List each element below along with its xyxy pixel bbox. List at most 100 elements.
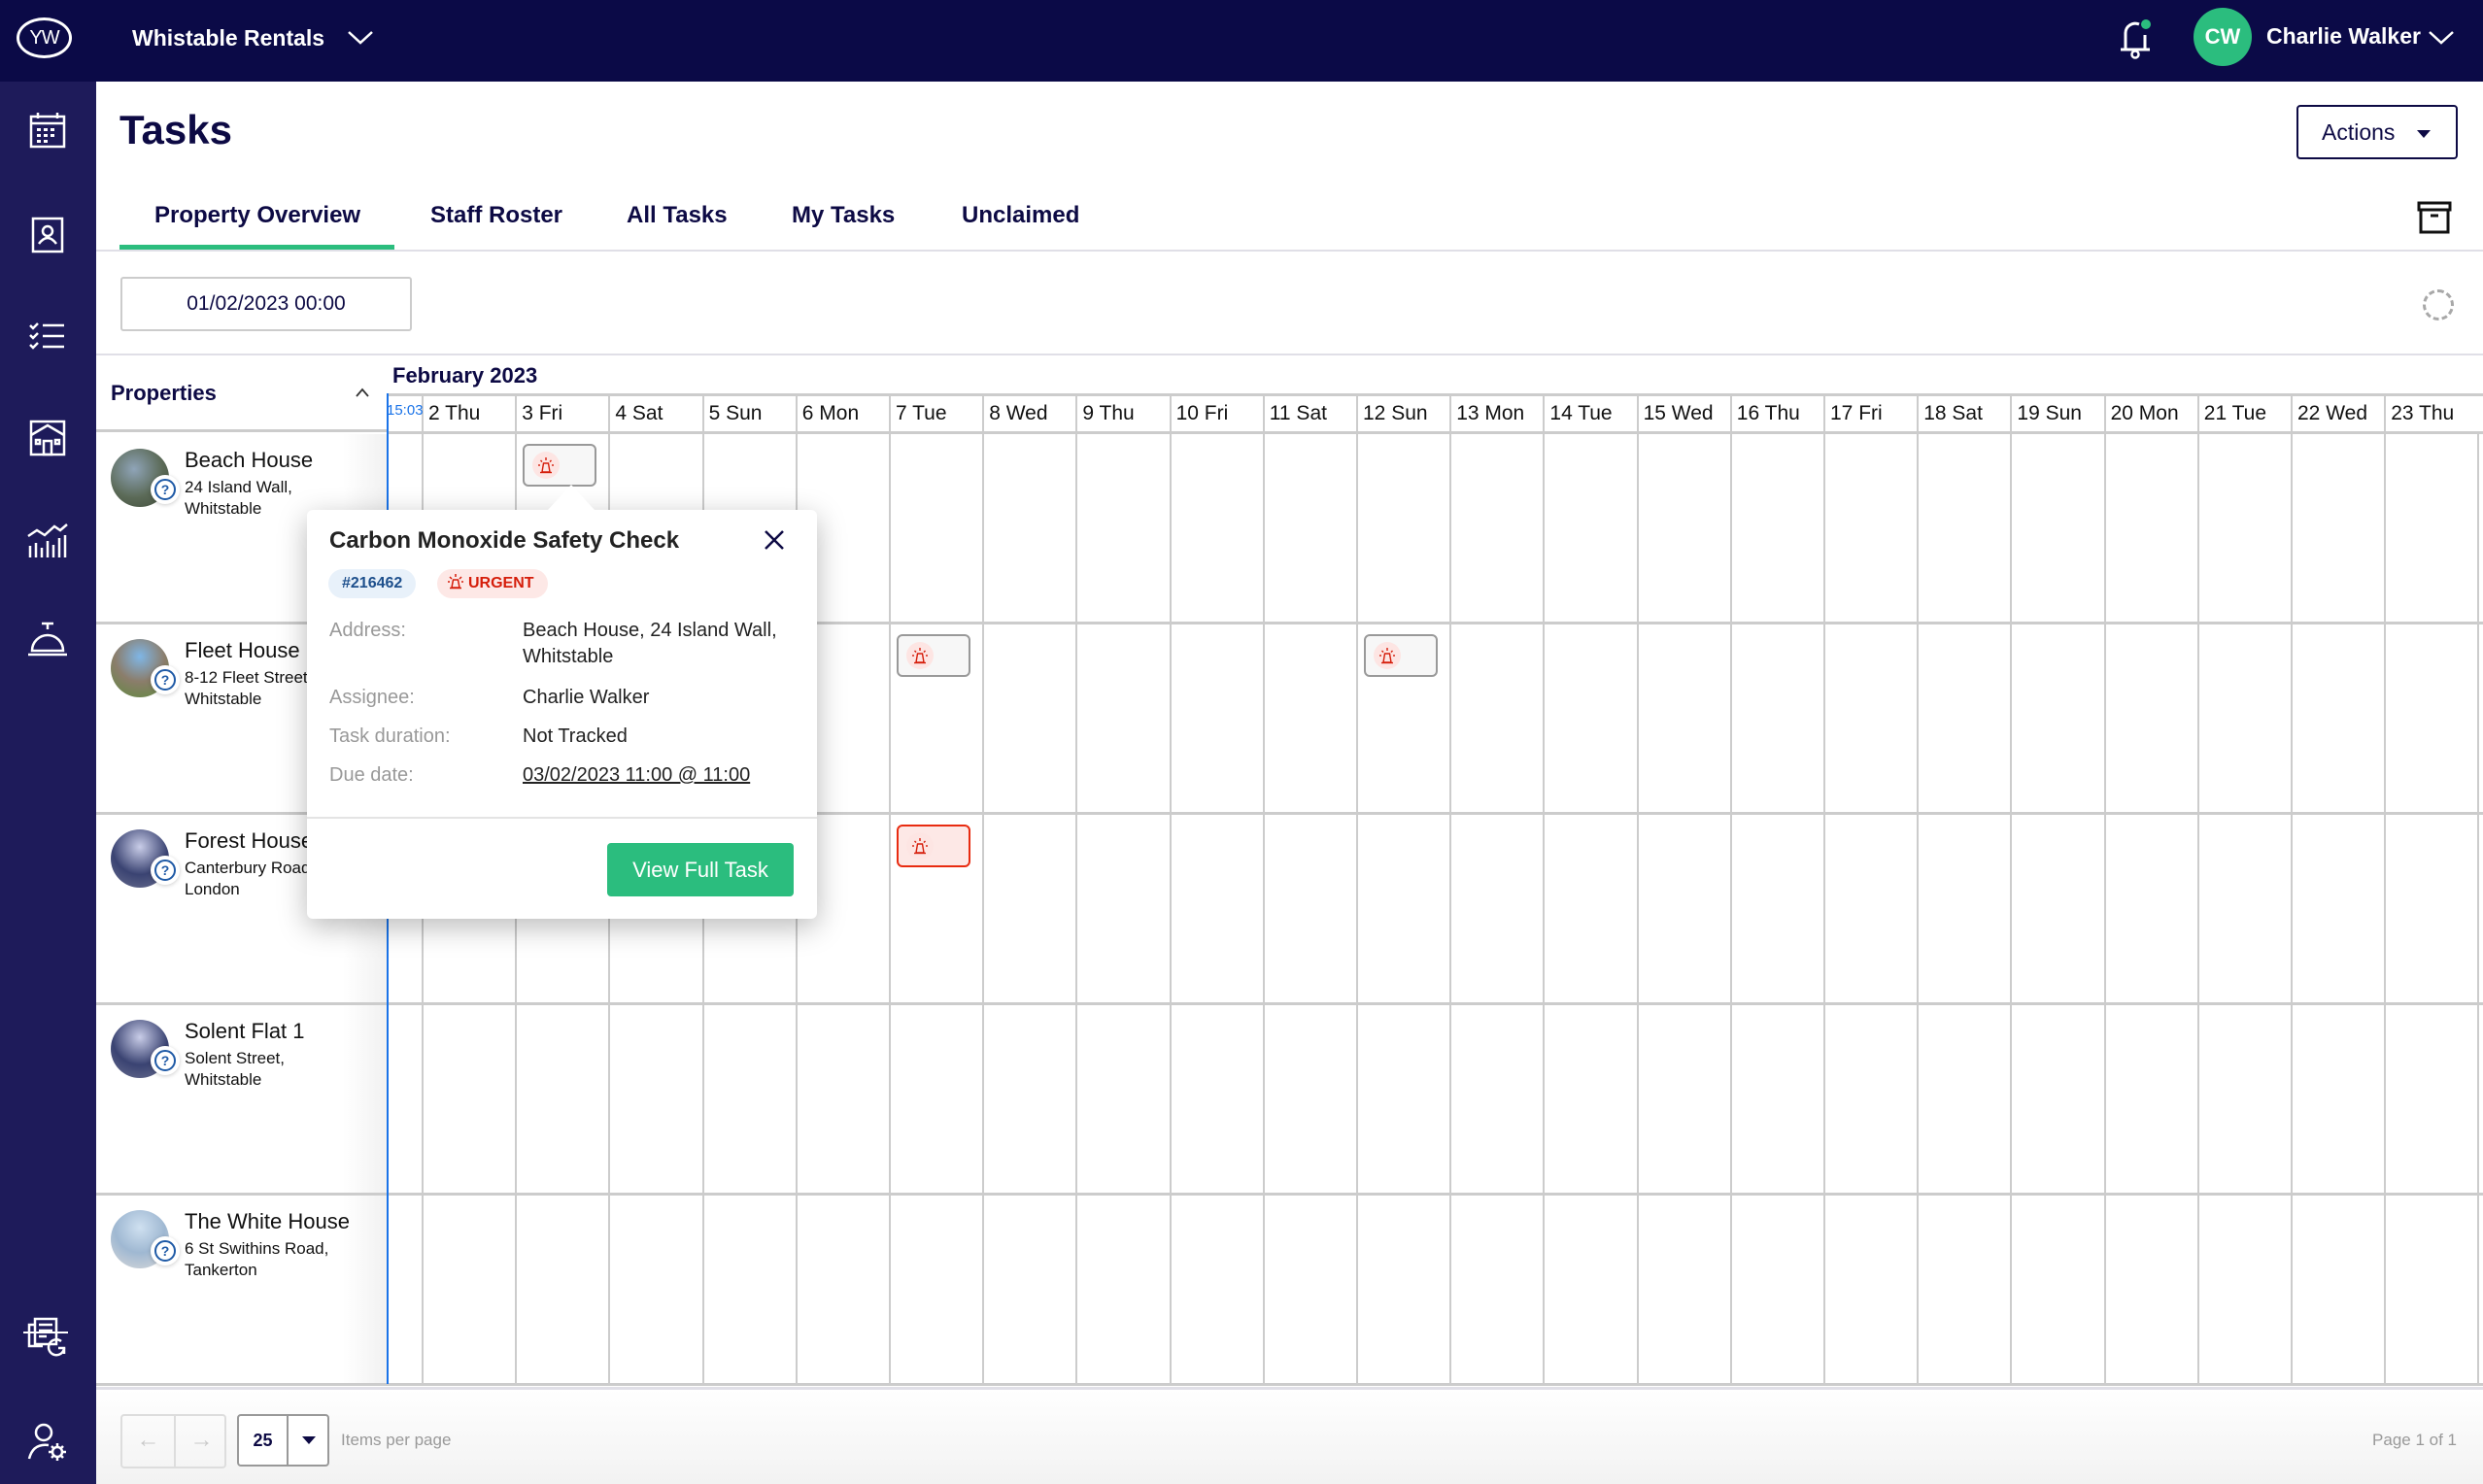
- properties-column-header[interactable]: Properties: [96, 355, 387, 432]
- grid-line: [422, 1196, 424, 1383]
- grid-line: [2196, 624, 2199, 812]
- help-icon[interactable]: ?: [151, 1236, 180, 1265]
- grid-line: [1917, 815, 1920, 1002]
- task-marker[interactable]: [897, 825, 970, 867]
- day-header: 22 Wed: [2291, 396, 2384, 431]
- grid-line: [982, 815, 985, 1002]
- help-icon[interactable]: ?: [151, 475, 180, 504]
- property-name[interactable]: Solent Flat 1: [185, 1019, 305, 1044]
- priority-badge: URGENT: [437, 569, 548, 598]
- grid-line: [1169, 1196, 1172, 1383]
- siren-icon: [448, 574, 463, 590]
- grid-line: [1262, 1005, 1265, 1193]
- property-address: Canterbury Road, London: [185, 859, 316, 898]
- archive-box-icon[interactable]: [2417, 200, 2452, 235]
- next-page-button[interactable]: →: [176, 1416, 227, 1467]
- property-cell[interactable]: ? Solent Flat 1 Solent Street, Whitstable: [96, 1005, 387, 1193]
- organisation-name[interactable]: Whistable Rentals: [132, 25, 324, 51]
- chevron-up-icon[interactable]: [355, 387, 370, 398]
- help-icon[interactable]: ?: [151, 665, 180, 694]
- grid-line: [2103, 624, 2106, 812]
- close-icon[interactable]: [760, 525, 789, 555]
- task-marker[interactable]: [897, 634, 970, 677]
- tab-property-overview[interactable]: Property Overview: [154, 202, 360, 229]
- items-per-page-label: Items per page: [341, 1431, 452, 1449]
- task-marker[interactable]: [523, 444, 597, 487]
- calendar-icon[interactable]: [25, 109, 70, 153]
- grid-line: [2477, 1005, 2480, 1193]
- grid-line: [1169, 624, 1172, 812]
- grid-line: [2196, 1005, 2199, 1193]
- property-name[interactable]: Beach House: [185, 448, 313, 473]
- previous-page-button[interactable]: ←: [122, 1416, 174, 1467]
- due-date-link[interactable]: 03/02/2023 11:00 @ 11:00: [523, 762, 795, 789]
- grid-line: [1075, 1005, 1078, 1193]
- grid-line: [1636, 1196, 1639, 1383]
- checklist-icon[interactable]: [25, 314, 70, 358]
- property-address: Solent Street, Whitstable: [185, 1049, 286, 1089]
- chevron-down-icon[interactable]: [346, 27, 375, 47]
- app-logo[interactable]: YW: [17, 17, 72, 58]
- notification-dot: [2141, 19, 2151, 29]
- user-menu-chevron-icon[interactable]: [2427, 27, 2456, 47]
- grid-line: [982, 434, 985, 622]
- property-cell[interactable]: ? The White House 6 St Swithins Road, Tank…: [96, 1196, 387, 1383]
- task-marker[interactable]: [1364, 634, 1438, 677]
- grid-line: [2196, 1196, 2199, 1383]
- grid-line: [2103, 1005, 2106, 1193]
- contacts-book-icon[interactable]: [25, 213, 70, 257]
- address-label: Address:: [329, 620, 406, 641]
- grid-line: [889, 624, 891, 812]
- grid-line: [2196, 815, 2199, 1002]
- day-header: 20 Mon: [2103, 396, 2197, 431]
- grid-line: [1075, 624, 1078, 812]
- tab-unclaimed[interactable]: Unclaimed: [962, 202, 1079, 229]
- grid-line: [2103, 1196, 2106, 1383]
- notification-bell-icon[interactable]: [2116, 16, 2155, 60]
- tab-staff-roster[interactable]: Staff Roster: [430, 202, 562, 229]
- grid-line: [1636, 434, 1639, 622]
- day-header: 2 Thu: [422, 396, 515, 431]
- items-per-page-select[interactable]: 25: [237, 1414, 329, 1467]
- grid-line: [2010, 1196, 2013, 1383]
- day-header: 4 Sat: [608, 396, 701, 431]
- grid-line: [2010, 434, 2013, 622]
- day-header: 5 Sun: [701, 396, 796, 431]
- grid-line: [701, 1005, 704, 1193]
- view-full-task-button[interactable]: View Full Task: [607, 843, 794, 896]
- tab-my-tasks[interactable]: My Tasks: [792, 202, 895, 229]
- user-settings-icon[interactable]: [25, 1420, 70, 1465]
- tab-all-tasks[interactable]: All Tasks: [627, 202, 728, 229]
- property-name[interactable]: The White House: [185, 1209, 350, 1234]
- help-icon[interactable]: ?: [151, 1046, 180, 1075]
- grid-line: [1917, 624, 1920, 812]
- grid-line: [1169, 434, 1172, 622]
- analytics-icon[interactable]: [25, 517, 70, 561]
- grid-line: [889, 434, 891, 622]
- service-bell-icon[interactable]: [25, 618, 70, 662]
- task-title: Carbon Monoxide Safety Check: [329, 527, 680, 554]
- property-name[interactable]: Fleet House: [185, 638, 300, 663]
- select-separator: [287, 1416, 289, 1465]
- grid-line: [1356, 434, 1358, 622]
- property-row: ? Solent Flat 1 Solent Street, Whitstable: [96, 1005, 2483, 1196]
- start-date-input[interactable]: 01/02/2023 00:00: [120, 277, 412, 331]
- grid-line: [889, 1196, 891, 1383]
- siren-icon: [906, 832, 934, 860]
- caret-down-icon[interactable]: [302, 1436, 316, 1444]
- property-address: 24 Island Wall, Whitstable: [185, 478, 292, 518]
- user-avatar[interactable]: CW: [2194, 8, 2252, 66]
- top-bar: YW Whistable Rentals CW Charlie Walker: [0, 0, 2483, 82]
- grid-line: [2103, 815, 2106, 1002]
- property-name[interactable]: Forest House: [185, 828, 313, 854]
- grid-line: [1823, 1196, 1825, 1383]
- property-icon[interactable]: [25, 416, 70, 460]
- actions-button[interactable]: Actions: [2296, 105, 2458, 159]
- grid-line: [2384, 624, 2387, 812]
- grid-line: [1262, 815, 1265, 1002]
- reports-refresh-icon[interactable]: [25, 1315, 70, 1360]
- help-icon[interactable]: ?: [151, 856, 180, 885]
- user-name[interactable]: Charlie Walker: [2266, 23, 2421, 50]
- grid-line: [515, 1196, 518, 1383]
- day-header: 6 Mon: [795, 396, 889, 431]
